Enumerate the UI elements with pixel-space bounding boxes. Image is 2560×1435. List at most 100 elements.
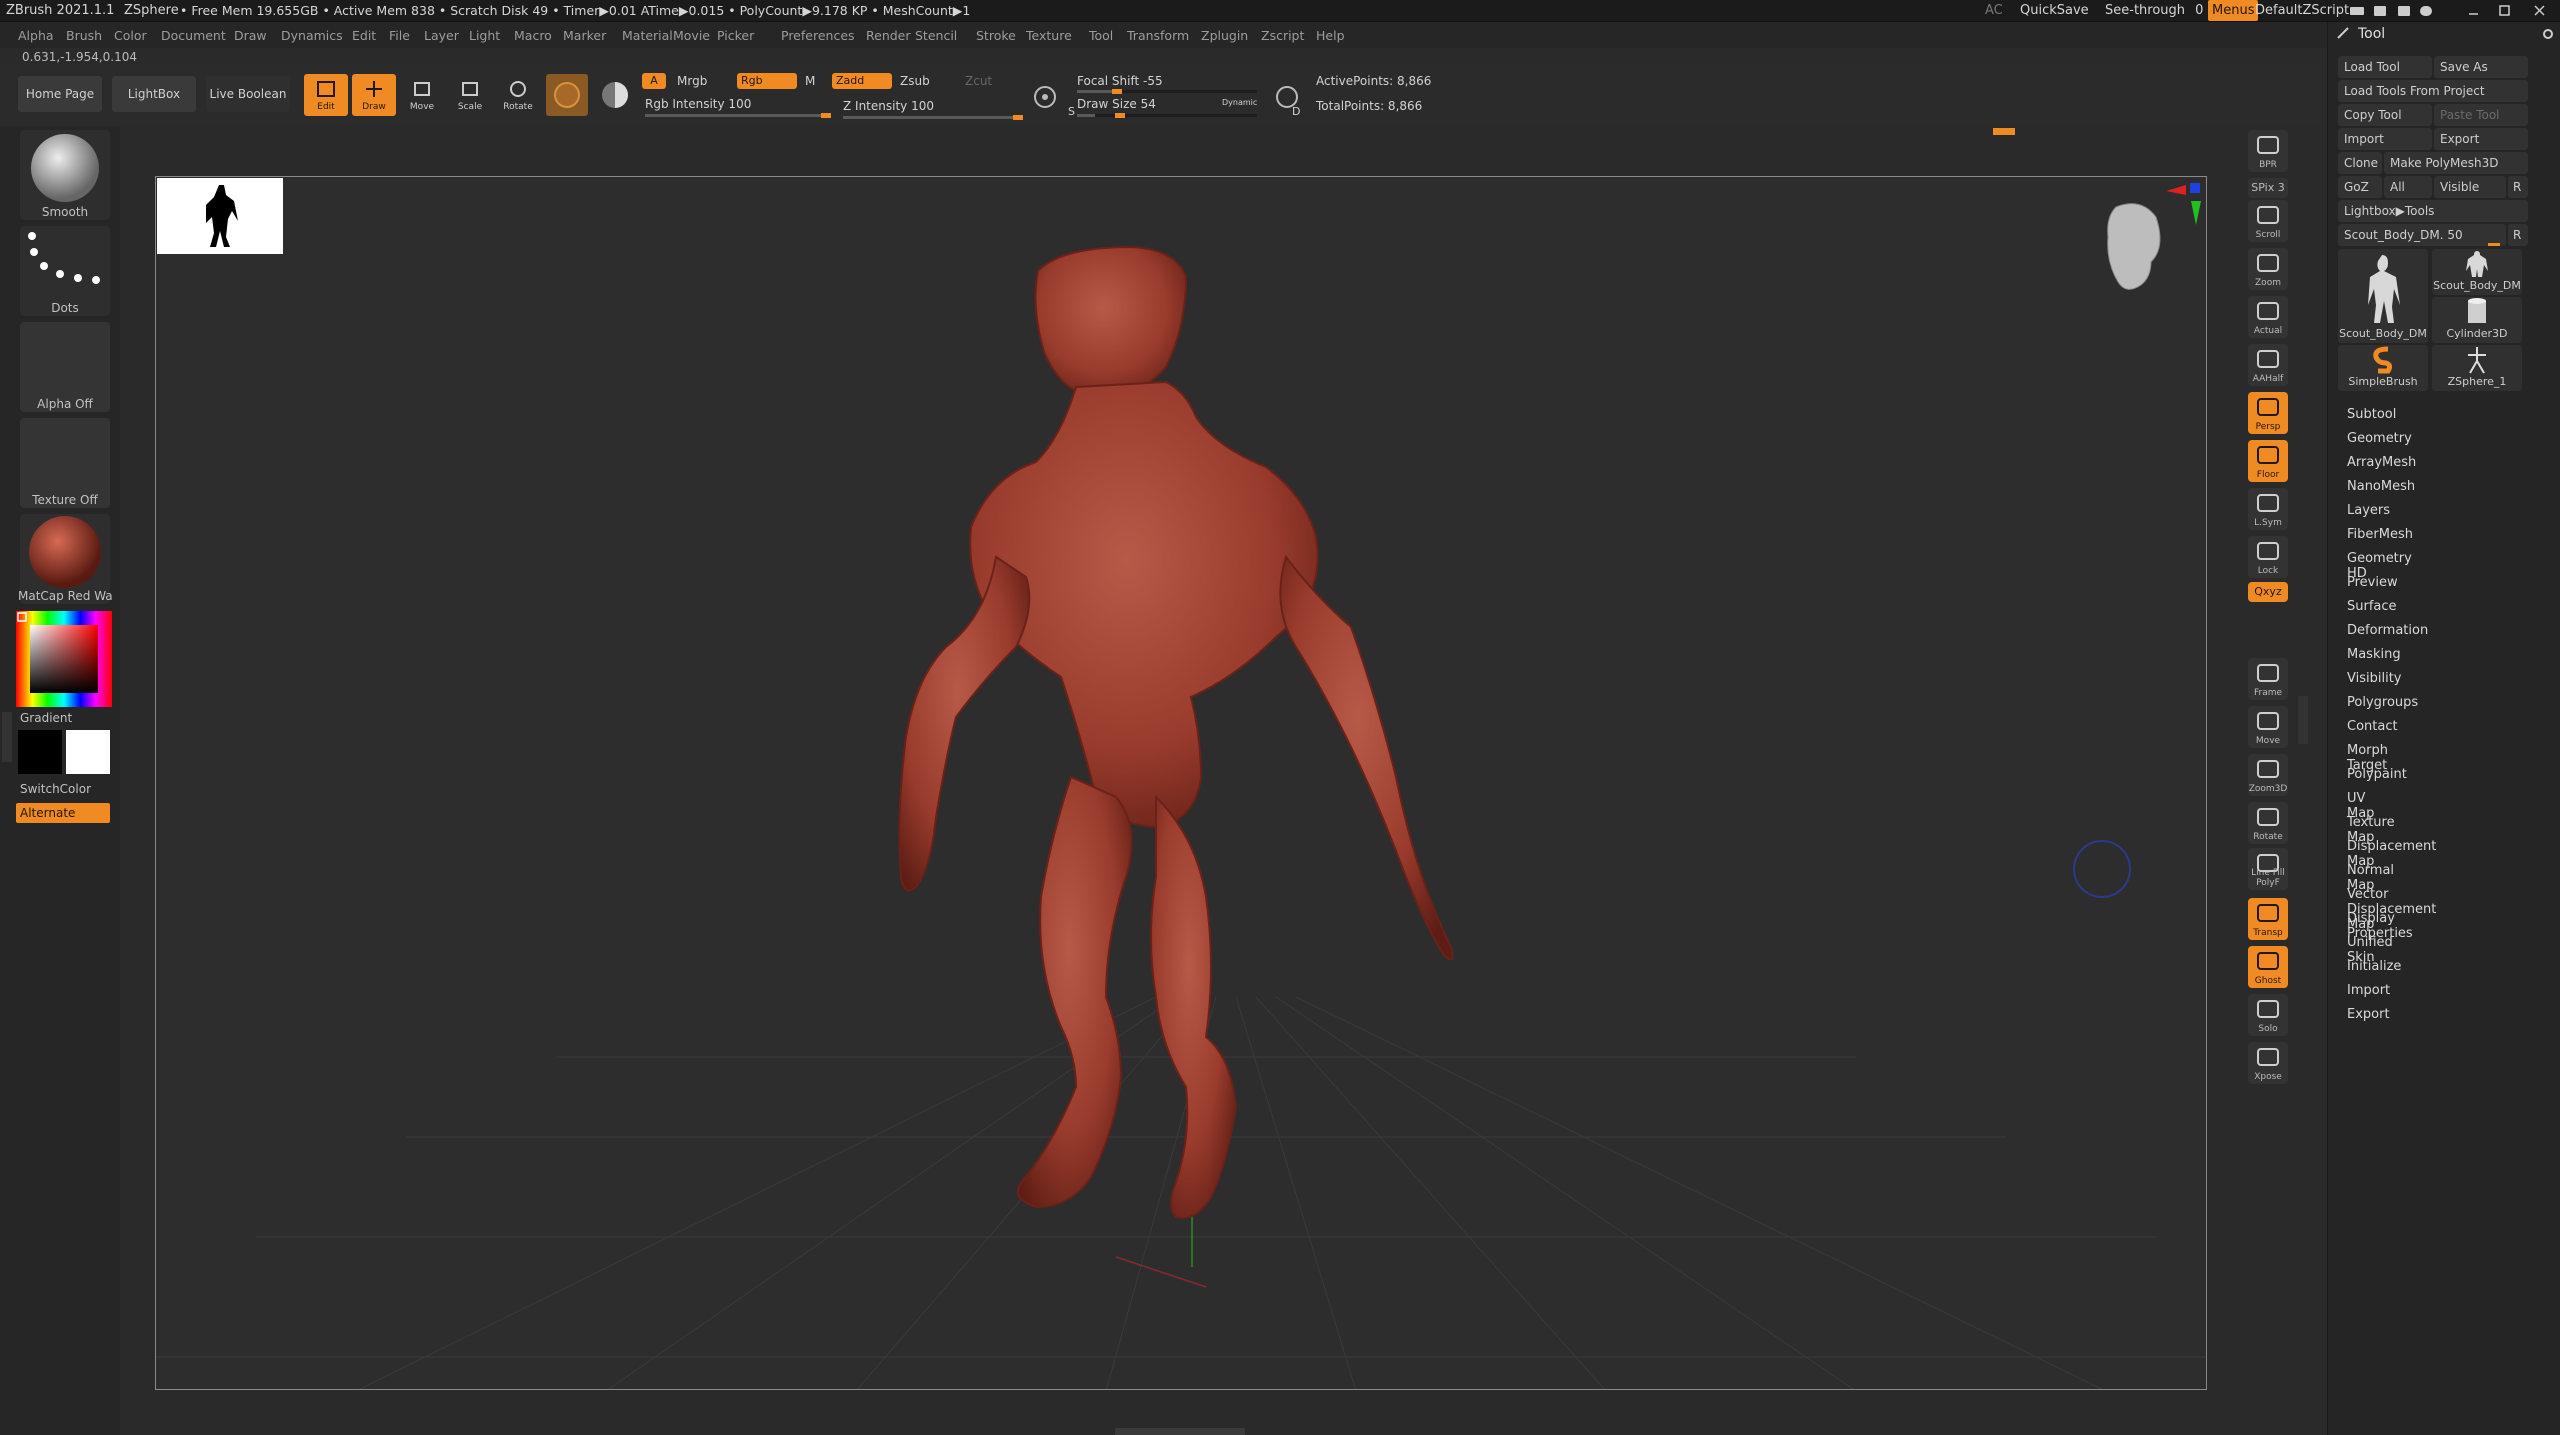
- subpalette-export[interactable]: Export: [2347, 1007, 2390, 1022]
- load-tool-button[interactable]: Load Tool: [2338, 56, 2432, 78]
- load-tools-from-project-button[interactable]: Load Tools From Project: [2338, 80, 2528, 102]
- menu-color[interactable]: Color: [114, 28, 147, 43]
- menu-dynamics[interactable]: Dynamics: [281, 28, 343, 43]
- lock-button[interactable]: Lock: [2248, 536, 2288, 578]
- subpalette-polypaint[interactable]: Polypaint: [2347, 767, 2407, 782]
- zoom3d-button[interactable]: Zoom3D: [2248, 754, 2288, 796]
- subpalette-preview[interactable]: Preview: [2347, 575, 2398, 590]
- ac-label[interactable]: AC: [1985, 3, 2003, 18]
- subpalette-initialize[interactable]: Initialize: [2347, 959, 2401, 974]
- edit-button[interactable]: Edit: [304, 74, 348, 116]
- scale-button[interactable]: Scale: [448, 74, 492, 116]
- subpalette-surface[interactable]: Surface: [2347, 599, 2397, 614]
- subpalette-geometry[interactable]: Geometry: [2347, 431, 2412, 446]
- live-boolean-button[interactable]: Live Boolean: [206, 76, 290, 112]
- menu-alpha[interactable]: Alpha: [18, 28, 54, 43]
- subpalette-polygroups[interactable]: Polygroups: [2347, 695, 2418, 710]
- transp-button[interactable]: Transp: [2248, 898, 2288, 940]
- document-canvas[interactable]: [155, 176, 2207, 1390]
- window-controls[interactable]: [2465, 3, 2555, 19]
- dynamic-toggle[interactable]: Dynamic: [1222, 98, 1257, 107]
- l-sym-button[interactable]: L.Sym: [2248, 488, 2288, 530]
- m-button[interactable]: M: [805, 74, 815, 88]
- material-button[interactable]: [594, 74, 636, 116]
- menu-material[interactable]: Material: [622, 28, 673, 43]
- subpalette-deformation[interactable]: Deformation: [2347, 623, 2428, 638]
- persp-button[interactable]: Persp: [2248, 392, 2288, 434]
- menu-stencil[interactable]: Stencil: [915, 28, 957, 43]
- subpalette-import[interactable]: Import: [2347, 983, 2390, 998]
- scroll-button[interactable]: Scroll: [2248, 200, 2288, 242]
- menu-movie[interactable]: Movie: [673, 28, 710, 43]
- switch-color-button[interactable]: SwitchColor: [20, 782, 114, 796]
- zoom-button[interactable]: Zoom: [2248, 248, 2288, 290]
- current-tool-slider[interactable]: Scout_Body_DM. 50: [2338, 224, 2506, 246]
- tool-tile-scout-body[interactable]: Scout_Body_DM: [2432, 249, 2522, 295]
- lightbox-tools-button[interactable]: Lightbox▶Tools: [2338, 200, 2528, 222]
- tool-tile-scout-body-active[interactable]: Scout_Body_DM: [2338, 249, 2428, 343]
- lazy-mouse-s-icon[interactable]: [1030, 82, 1064, 116]
- menu-brush[interactable]: Brush: [66, 28, 102, 43]
- goz-button[interactable]: GoZ: [2338, 176, 2382, 198]
- subpalette-arraymesh[interactable]: ArrayMesh: [2347, 455, 2416, 470]
- alternate-button[interactable]: Alternate: [16, 803, 110, 823]
- subpalette-contact[interactable]: Contact: [2347, 719, 2398, 734]
- floor-button[interactable]: Floor: [2248, 440, 2288, 482]
- mrgb-button[interactable]: Mrgb: [677, 74, 707, 88]
- move-button[interactable]: Move: [400, 74, 444, 116]
- menu-tool[interactable]: Tool: [1089, 28, 1113, 43]
- ghost-button[interactable]: Ghost: [2248, 946, 2288, 988]
- title-icons[interactable]: [2348, 3, 2453, 19]
- menu-help[interactable]: Help: [1316, 28, 1345, 43]
- line-fill-polyf-button[interactable]: Line Fill PolyF: [2248, 848, 2288, 890]
- zsub-button[interactable]: Zsub: [900, 74, 930, 88]
- menu-light[interactable]: Light: [469, 28, 500, 43]
- tool-tile-simplebrush[interactable]: SimpleBrush: [2338, 345, 2428, 391]
- d-icon[interactable]: [1272, 82, 1306, 116]
- clone-button[interactable]: Clone: [2338, 152, 2382, 174]
- subpalette-layers[interactable]: Layers: [2347, 503, 2390, 518]
- dock-icon[interactable]: [2542, 28, 2554, 40]
- tool-tile-zsphere[interactable]: ZSphere_1: [2432, 345, 2522, 391]
- menu-file[interactable]: File: [389, 28, 410, 43]
- menu-picker[interactable]: Picker: [717, 28, 754, 43]
- menu-stroke[interactable]: Stroke: [976, 28, 1016, 43]
- menu-macro[interactable]: Macro: [514, 28, 552, 43]
- quicksave-button[interactable]: QuickSave: [2020, 3, 2089, 18]
- z-intensity-slider[interactable]: [843, 115, 1023, 120]
- export-tool-button[interactable]: Export: [2434, 128, 2528, 150]
- subpalette-subtool[interactable]: Subtool: [2347, 407, 2396, 422]
- zadd-button[interactable]: Zadd: [832, 73, 892, 89]
- rgb-intensity-slider[interactable]: [645, 113, 831, 118]
- subpalette-fibermesh[interactable]: FiberMesh: [2347, 527, 2413, 542]
- menu-edit[interactable]: Edit: [352, 28, 376, 43]
- xpose-button[interactable]: Xpose: [2248, 1042, 2288, 1084]
- move-button[interactable]: Move: [2248, 706, 2288, 748]
- subpalette-visibility[interactable]: Visibility: [2347, 671, 2401, 686]
- bottom-tray-handle[interactable]: [1115, 1428, 1245, 1435]
- subpalette-nanomesh[interactable]: NanoMesh: [2347, 479, 2415, 494]
- default-zscript[interactable]: DefaultZScript: [2255, 3, 2349, 18]
- menu-layer[interactable]: Layer: [424, 28, 459, 43]
- brush-thumbnail-button[interactable]: [546, 74, 588, 116]
- rotate-button[interactable]: Rotate: [496, 74, 540, 116]
- menus-button[interactable]: Menus: [2208, 0, 2259, 21]
- tool-tile-cylinder3d[interactable]: Cylinder3D: [2432, 297, 2522, 343]
- rotate-button[interactable]: Rotate: [2248, 802, 2288, 844]
- current-tool-r-button[interactable]: R: [2508, 224, 2528, 246]
- goz-r-button[interactable]: R: [2508, 176, 2528, 198]
- primary-color-swatch[interactable]: [18, 730, 62, 774]
- secondary-color-swatch[interactable]: [66, 730, 110, 774]
- home-page-button[interactable]: Home Page: [18, 76, 102, 112]
- goz-visible-button[interactable]: Visible: [2434, 176, 2506, 198]
- menu-texture[interactable]: Texture: [1026, 28, 1072, 43]
- see-through-slider[interactable]: See-through 0: [2105, 3, 2203, 18]
- color-picker[interactable]: [16, 611, 114, 711]
- solo-button[interactable]: Solo: [2248, 994, 2288, 1036]
- left-tray-handle[interactable]: [2, 712, 12, 762]
- menu-render[interactable]: Render: [866, 28, 911, 43]
- menu-transform[interactable]: Transform: [1127, 28, 1189, 43]
- menu-preferences[interactable]: Preferences: [781, 28, 855, 43]
- frame-button[interactable]: Frame: [2248, 658, 2288, 700]
- save-as-button[interactable]: Save As: [2434, 56, 2528, 78]
